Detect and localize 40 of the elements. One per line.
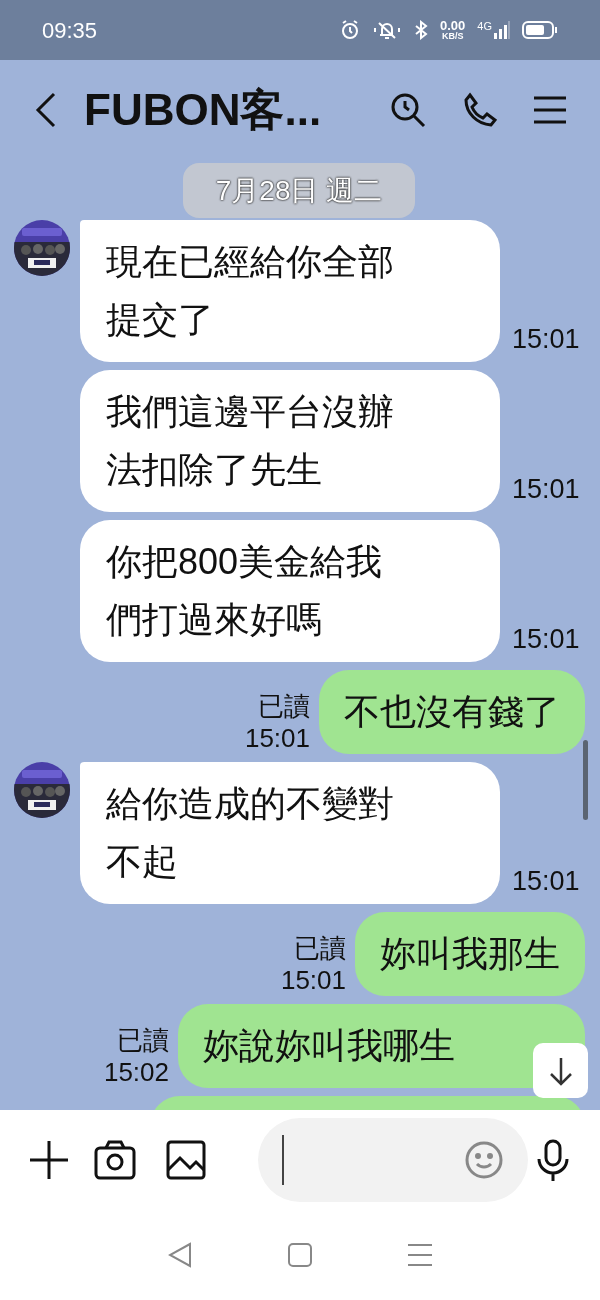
message-time: 15:01 xyxy=(280,964,346,996)
read-receipt: 已讀 xyxy=(117,1024,169,1056)
date-pill: 7月28日 週二 xyxy=(183,163,415,218)
speed-unit: KB/S xyxy=(441,32,464,41)
network-speed: 0.00 xyxy=(440,19,466,32)
network-type: 4G xyxy=(477,21,492,32)
mute-icon xyxy=(372,20,402,40)
message-bubble: 現在已經給你全部提交了 xyxy=(80,220,500,362)
message-bubble: 妳說妳叫我哪生 xyxy=(178,1004,585,1088)
scroll-down-button[interactable] xyxy=(533,1043,588,1098)
bluetooth-icon xyxy=(414,20,428,40)
plus-icon[interactable] xyxy=(30,1141,68,1179)
arrow-down-icon xyxy=(547,1055,574,1086)
read-receipt: 已讀 xyxy=(294,932,346,964)
camera-icon[interactable] xyxy=(94,1140,136,1180)
message-time: 15:01 xyxy=(512,324,580,354)
microphone-icon[interactable] xyxy=(536,1139,570,1181)
image-icon[interactable] xyxy=(166,1140,206,1180)
menu-icon[interactable] xyxy=(534,96,566,124)
message-bubble: 給你造成的不變對不起 xyxy=(80,762,500,904)
alarm-icon xyxy=(340,20,360,40)
emoji-icon[interactable] xyxy=(464,1140,504,1180)
message-time: 15:01 xyxy=(512,866,580,896)
phone-icon[interactable] xyxy=(462,92,498,128)
message-bubble: 妳叫我那生 xyxy=(355,912,585,996)
message-time: 15:01 xyxy=(512,624,580,654)
read-receipt: 已讀 xyxy=(258,690,310,722)
home-icon[interactable] xyxy=(288,1243,312,1267)
search-icon[interactable] xyxy=(390,92,426,128)
signal-icon xyxy=(494,21,510,39)
chat-title: FUBON客... xyxy=(84,84,322,136)
back-icon[interactable] xyxy=(34,92,58,128)
message-time: 15:02 xyxy=(103,1056,169,1088)
battery-icon xyxy=(522,20,558,40)
message-bubble: 不也沒有錢了 xyxy=(319,670,585,754)
status-time: 09:35 xyxy=(42,16,98,45)
message-bubble: 我們這邊平台沒辦法扣除了先生 xyxy=(80,370,500,512)
message-time: 15:01 xyxy=(512,474,580,504)
message-time: 15:01 xyxy=(244,722,310,754)
message-bubble: 你把800美金給我們打過來好嗎 xyxy=(80,520,500,662)
